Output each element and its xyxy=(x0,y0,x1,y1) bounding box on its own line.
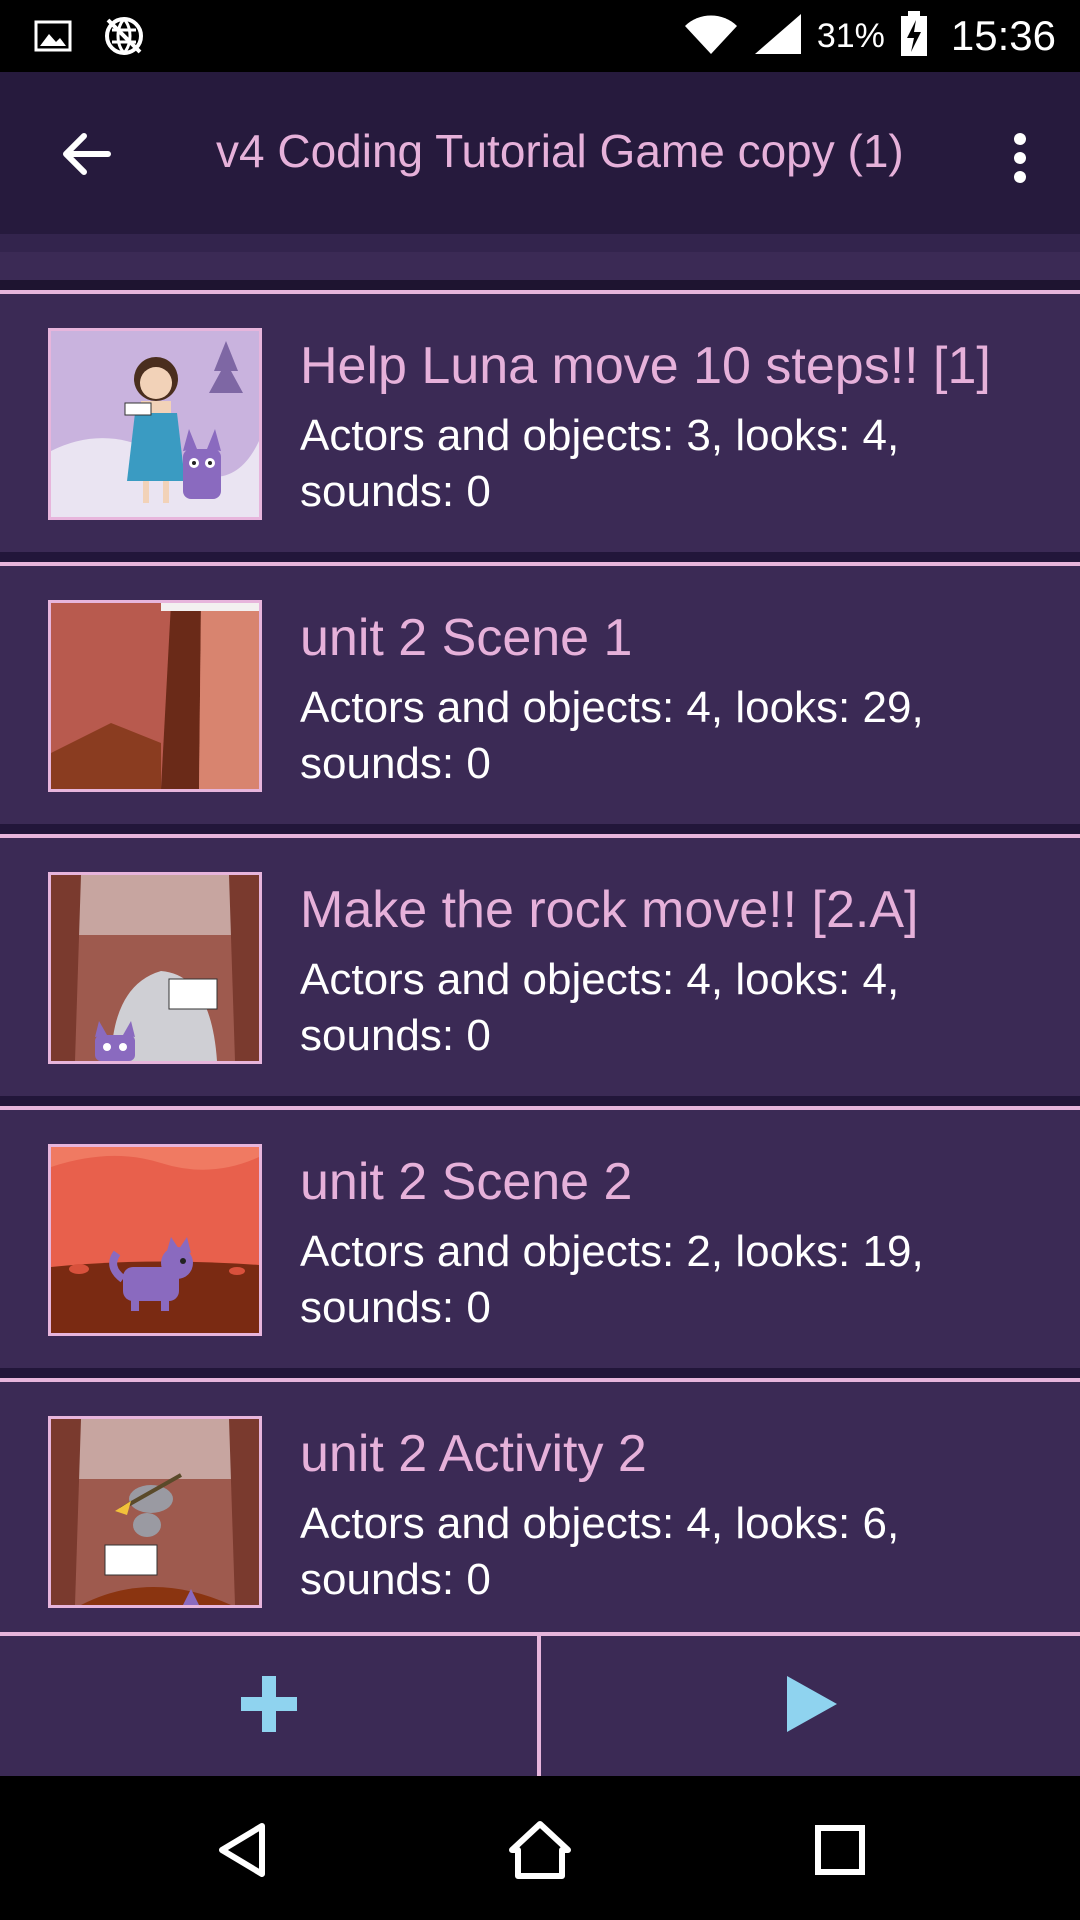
scene-thumbnail xyxy=(48,328,262,520)
wifi-icon xyxy=(683,12,739,61)
bottom-action-bar xyxy=(0,1632,1080,1776)
scene-description: Actors and objects: 2, looks: 19, sounds… xyxy=(300,1227,924,1332)
scene-thumbnail xyxy=(48,1416,262,1608)
nav-home-button[interactable] xyxy=(500,1812,580,1892)
scene-title: Help Luna move 10 steps!! [1] xyxy=(300,337,991,395)
back-button[interactable] xyxy=(48,118,124,194)
scene-title: unit 2 Scene 2 xyxy=(300,1153,633,1211)
battery-percent: 31% xyxy=(816,16,885,55)
scene-item[interactable]: unit 2 Activity 2 Actors and objects: 4,… xyxy=(0,1378,1080,1640)
scene-thumbnail xyxy=(48,872,262,1064)
status-bar: 31% 15:36 xyxy=(0,0,1080,72)
arrow-back-icon xyxy=(60,132,112,181)
play-icon xyxy=(783,1674,839,1739)
plus-icon xyxy=(239,1674,299,1739)
app-bar: v4 Coding Tutorial Game copy (1) xyxy=(0,72,1080,234)
scene-item[interactable]: unit 2 Scene 2 Actors and objects: 2, lo… xyxy=(0,1106,1080,1368)
nav-recents-button[interactable] xyxy=(800,1812,880,1892)
scene-item[interactable]: Make the rock move!! [2.A] Actors and ob… xyxy=(0,834,1080,1096)
add-scene-button[interactable] xyxy=(0,1636,537,1776)
scene-thumbnail xyxy=(48,1144,262,1336)
scene-description: Actors and objects: 4, looks: 29, sounds… xyxy=(300,683,924,788)
scene-description: Actors and objects: 3, looks: 4, sounds:… xyxy=(300,411,900,516)
scene-item[interactable]: Help Luna move 10 steps!! [1] Actors and… xyxy=(0,290,1080,552)
play-button[interactable] xyxy=(541,1636,1080,1776)
scene-item[interactable]: unit 2 Scene 1 Actors and objects: 4, lo… xyxy=(0,562,1080,824)
scene-list: Help Luna move 10 steps!! [1] Actors and… xyxy=(0,290,1080,1640)
more-vert-icon xyxy=(1012,132,1028,189)
scene-description: Actors and objects: 4, looks: 6, sounds:… xyxy=(300,1499,900,1604)
scene-title: Make the rock move!! [2.A] xyxy=(300,881,919,939)
page-title: v4 Coding Tutorial Game copy (1) xyxy=(216,125,904,177)
list-top-shadow xyxy=(0,280,1080,290)
header-divider xyxy=(0,234,1080,252)
list-divider xyxy=(0,1096,1080,1106)
clock: 15:36 xyxy=(950,12,1056,59)
list-top-spacer xyxy=(0,252,1080,280)
list-divider xyxy=(0,1368,1080,1378)
scene-title: unit 2 Activity 2 xyxy=(300,1425,647,1483)
scene-title: unit 2 Scene 1 xyxy=(300,609,633,667)
image-icon xyxy=(34,20,72,57)
scene-thumbnail xyxy=(48,600,262,792)
list-divider xyxy=(0,824,1080,834)
battery-charging-icon xyxy=(899,10,929,63)
overflow-menu-button[interactable] xyxy=(990,122,1050,198)
nav-back-button[interactable] xyxy=(202,1812,282,1892)
list-divider xyxy=(0,552,1080,562)
signal-icon xyxy=(753,12,803,61)
home-icon xyxy=(508,1818,572,1887)
system-nav-bar xyxy=(0,1776,1080,1920)
sync-off-icon xyxy=(102,14,146,63)
nav-back-icon xyxy=(212,1820,272,1885)
scene-description: Actors and objects: 4, looks: 4, sounds:… xyxy=(300,955,900,1060)
recents-icon xyxy=(812,1822,868,1883)
